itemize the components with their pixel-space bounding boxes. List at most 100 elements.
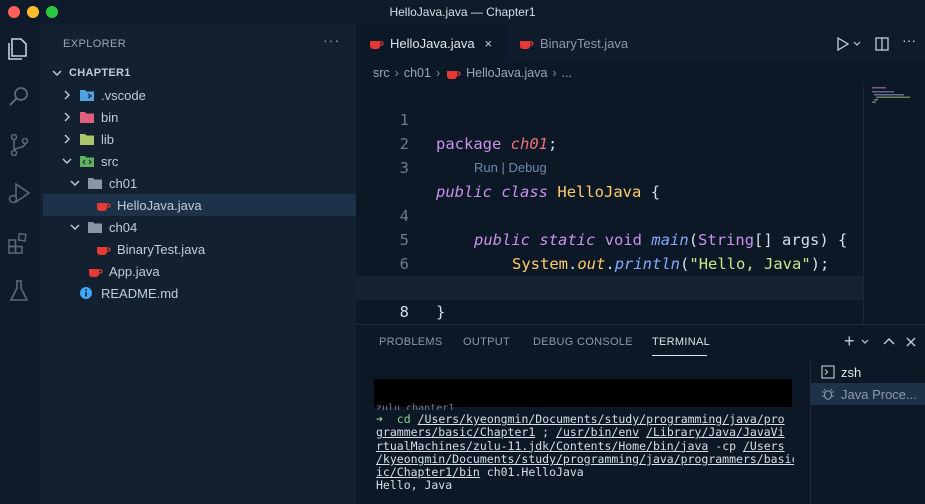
activity-bar bbox=[0, 24, 40, 504]
tab-hellojava[interactable]: HelloJava.java × bbox=[356, 24, 506, 62]
explorer-sidebar: EXPLORER ··· CHAPTER1 .vscode bin lib sr… bbox=[40, 24, 356, 504]
tree-item-hellojava[interactable]: HelloJava.java bbox=[43, 194, 356, 216]
terminal-item-label: Java Proce... bbox=[841, 386, 917, 402]
tab-terminal[interactable]: TERMINAL bbox=[652, 336, 710, 348]
tree-item-label: ch04 bbox=[109, 219, 138, 235]
split-editor-icon[interactable] bbox=[874, 36, 890, 52]
info-icon bbox=[80, 287, 92, 299]
title-bar: HelloJava.java — Chapter1 bbox=[0, 0, 925, 24]
close-panel-icon[interactable] bbox=[904, 335, 918, 349]
tree-item-label: src bbox=[101, 153, 119, 169]
chevron-down-icon bbox=[70, 224, 80, 230]
tree-root[interactable]: CHAPTER1 bbox=[43, 62, 356, 84]
breadcrumb-file[interactable]: HelloJava.java bbox=[466, 66, 547, 80]
explorer-icon[interactable] bbox=[6, 36, 32, 62]
code-line: 7 } bbox=[356, 252, 863, 321]
src-folder-icon bbox=[80, 156, 94, 167]
folder-icon bbox=[88, 178, 102, 189]
chevron-right-icon bbox=[64, 90, 70, 100]
tab-label: HelloJava.java bbox=[390, 35, 475, 51]
minimap[interactable] bbox=[863, 84, 925, 324]
tab-problems[interactable]: PROBLEMS bbox=[379, 336, 443, 348]
chevron-down-icon bbox=[70, 180, 80, 186]
bottom-panel: PROBLEMS OUTPUT DEBUG CONSOLE TERMINAL +… bbox=[356, 324, 925, 504]
tab-label: BinaryTest.java bbox=[540, 35, 629, 51]
tree-root-label: CHAPTER1 bbox=[69, 67, 131, 79]
breadcrumb-src[interactable]: src bbox=[373, 66, 390, 80]
terminal-item-java-process[interactable]: Java Proce... bbox=[811, 383, 925, 405]
chevron-right-icon bbox=[64, 112, 70, 122]
tree-item-ch04[interactable]: ch04 bbox=[43, 216, 356, 238]
breadcrumb: src › ch01 › HelloJava.java › ... bbox=[356, 62, 925, 84]
line-number: 3 bbox=[399, 159, 409, 177]
chevron-down-icon bbox=[52, 70, 62, 76]
new-terminal-icon[interactable]: + bbox=[844, 331, 855, 352]
java-file-icon bbox=[370, 41, 384, 49]
debug-icon bbox=[822, 388, 834, 400]
code-editor[interactable]: 1 package ch01; 2 3 public class HelloJa… bbox=[356, 84, 863, 324]
breadcrumb-ch01[interactable]: ch01 bbox=[404, 66, 431, 80]
explorer-header: EXPLORER bbox=[63, 38, 127, 50]
tree-item-label: lib bbox=[101, 131, 115, 147]
code-line: 5 System.out.println("Hello, Java"); bbox=[356, 204, 863, 273]
testing-flask-icon[interactable] bbox=[6, 278, 32, 304]
tree-item-label: HelloJava.java bbox=[117, 197, 202, 213]
terminal-item-label: zsh bbox=[841, 364, 862, 380]
code-line: 3 public class HelloJava { bbox=[356, 132, 863, 201]
java-file-icon bbox=[520, 41, 534, 49]
line-number: 8 bbox=[399, 303, 409, 321]
close-tab-icon[interactable]: × bbox=[485, 36, 493, 51]
breadcrumb-separator: › bbox=[435, 66, 441, 80]
vscode-folder-icon bbox=[80, 90, 94, 101]
tree-item-label: App.java bbox=[109, 263, 160, 279]
chevron-right-icon bbox=[64, 134, 70, 144]
code-line: 1 package ch01; bbox=[356, 84, 863, 153]
run-debug-codelens[interactable]: Run | Debug bbox=[474, 156, 547, 180]
extensions-icon[interactable] bbox=[6, 230, 32, 256]
more-actions-button[interactable]: ··· bbox=[323, 32, 340, 48]
editor-tab-bar: HelloJava.java × BinaryTest.java ··· bbox=[356, 24, 925, 62]
chevron-down-icon[interactable] bbox=[860, 337, 870, 347]
active-tab-indicator bbox=[652, 355, 707, 356]
terminal-lines: ➜ cd /Users/kyeongmin/Documents/study/pr… bbox=[376, 412, 794, 493]
tree-item-readme[interactable]: README.md bbox=[43, 282, 356, 304]
java-file-icon bbox=[97, 203, 111, 211]
tree-item-binarytest[interactable]: BinaryTest.java bbox=[43, 238, 356, 260]
folder-icon bbox=[88, 222, 102, 233]
tree-item-vscode[interactable]: .vscode bbox=[43, 84, 356, 106]
lib-folder-icon bbox=[80, 134, 94, 145]
maximize-panel-icon[interactable] bbox=[882, 335, 896, 349]
editor-area: HelloJava.java × BinaryTest.java ··· src… bbox=[356, 24, 925, 324]
terminal-output[interactable]: zulu chapter1 ➜ cd /Users/kyeongmin/Docu… bbox=[374, 377, 794, 504]
terminal-icon bbox=[821, 365, 835, 379]
tree-item-label: .vscode bbox=[101, 87, 146, 103]
tree-item-label: bin bbox=[101, 109, 119, 125]
breadcrumb-symbol[interactable]: ... bbox=[562, 66, 572, 80]
tab-debug-console[interactable]: DEBUG CONSOLE bbox=[533, 336, 633, 348]
code-line: 2 bbox=[356, 108, 863, 153]
breadcrumb-separator: › bbox=[552, 66, 557, 80]
chevron-down-icon bbox=[62, 158, 72, 164]
tree-item-label: ch01 bbox=[109, 175, 138, 191]
breadcrumb-separator: › bbox=[394, 66, 399, 80]
window-title: HelloJava.java — Chapter1 bbox=[389, 5, 536, 19]
source-control-icon[interactable] bbox=[6, 132, 32, 158]
run-debug-icon[interactable] bbox=[6, 180, 32, 206]
more-actions-icon[interactable]: ··· bbox=[902, 32, 918, 48]
run-icon[interactable] bbox=[834, 36, 850, 52]
tab-output[interactable]: OUTPUT bbox=[463, 336, 510, 348]
tree-item-bin[interactable]: bin bbox=[43, 106, 356, 128]
java-file-icon bbox=[447, 71, 461, 79]
search-icon[interactable] bbox=[6, 84, 32, 110]
tree-item-ch01[interactable]: ch01 bbox=[43, 172, 356, 194]
java-file-icon bbox=[97, 247, 111, 255]
code-line: 6 } bbox=[356, 228, 863, 297]
chevron-down-icon[interactable] bbox=[852, 36, 862, 52]
tree-item-label: README.md bbox=[101, 285, 179, 301]
tree-item-lib[interactable]: lib bbox=[43, 128, 356, 150]
tab-binarytest[interactable]: BinaryTest.java bbox=[506, 24, 656, 62]
tree-item-app[interactable]: App.java bbox=[43, 260, 356, 282]
code-line: 4 public static void main(String[] args)… bbox=[356, 180, 863, 249]
tree-item-src[interactable]: src bbox=[43, 150, 356, 172]
terminal-item-zsh[interactable]: zsh bbox=[811, 361, 925, 383]
